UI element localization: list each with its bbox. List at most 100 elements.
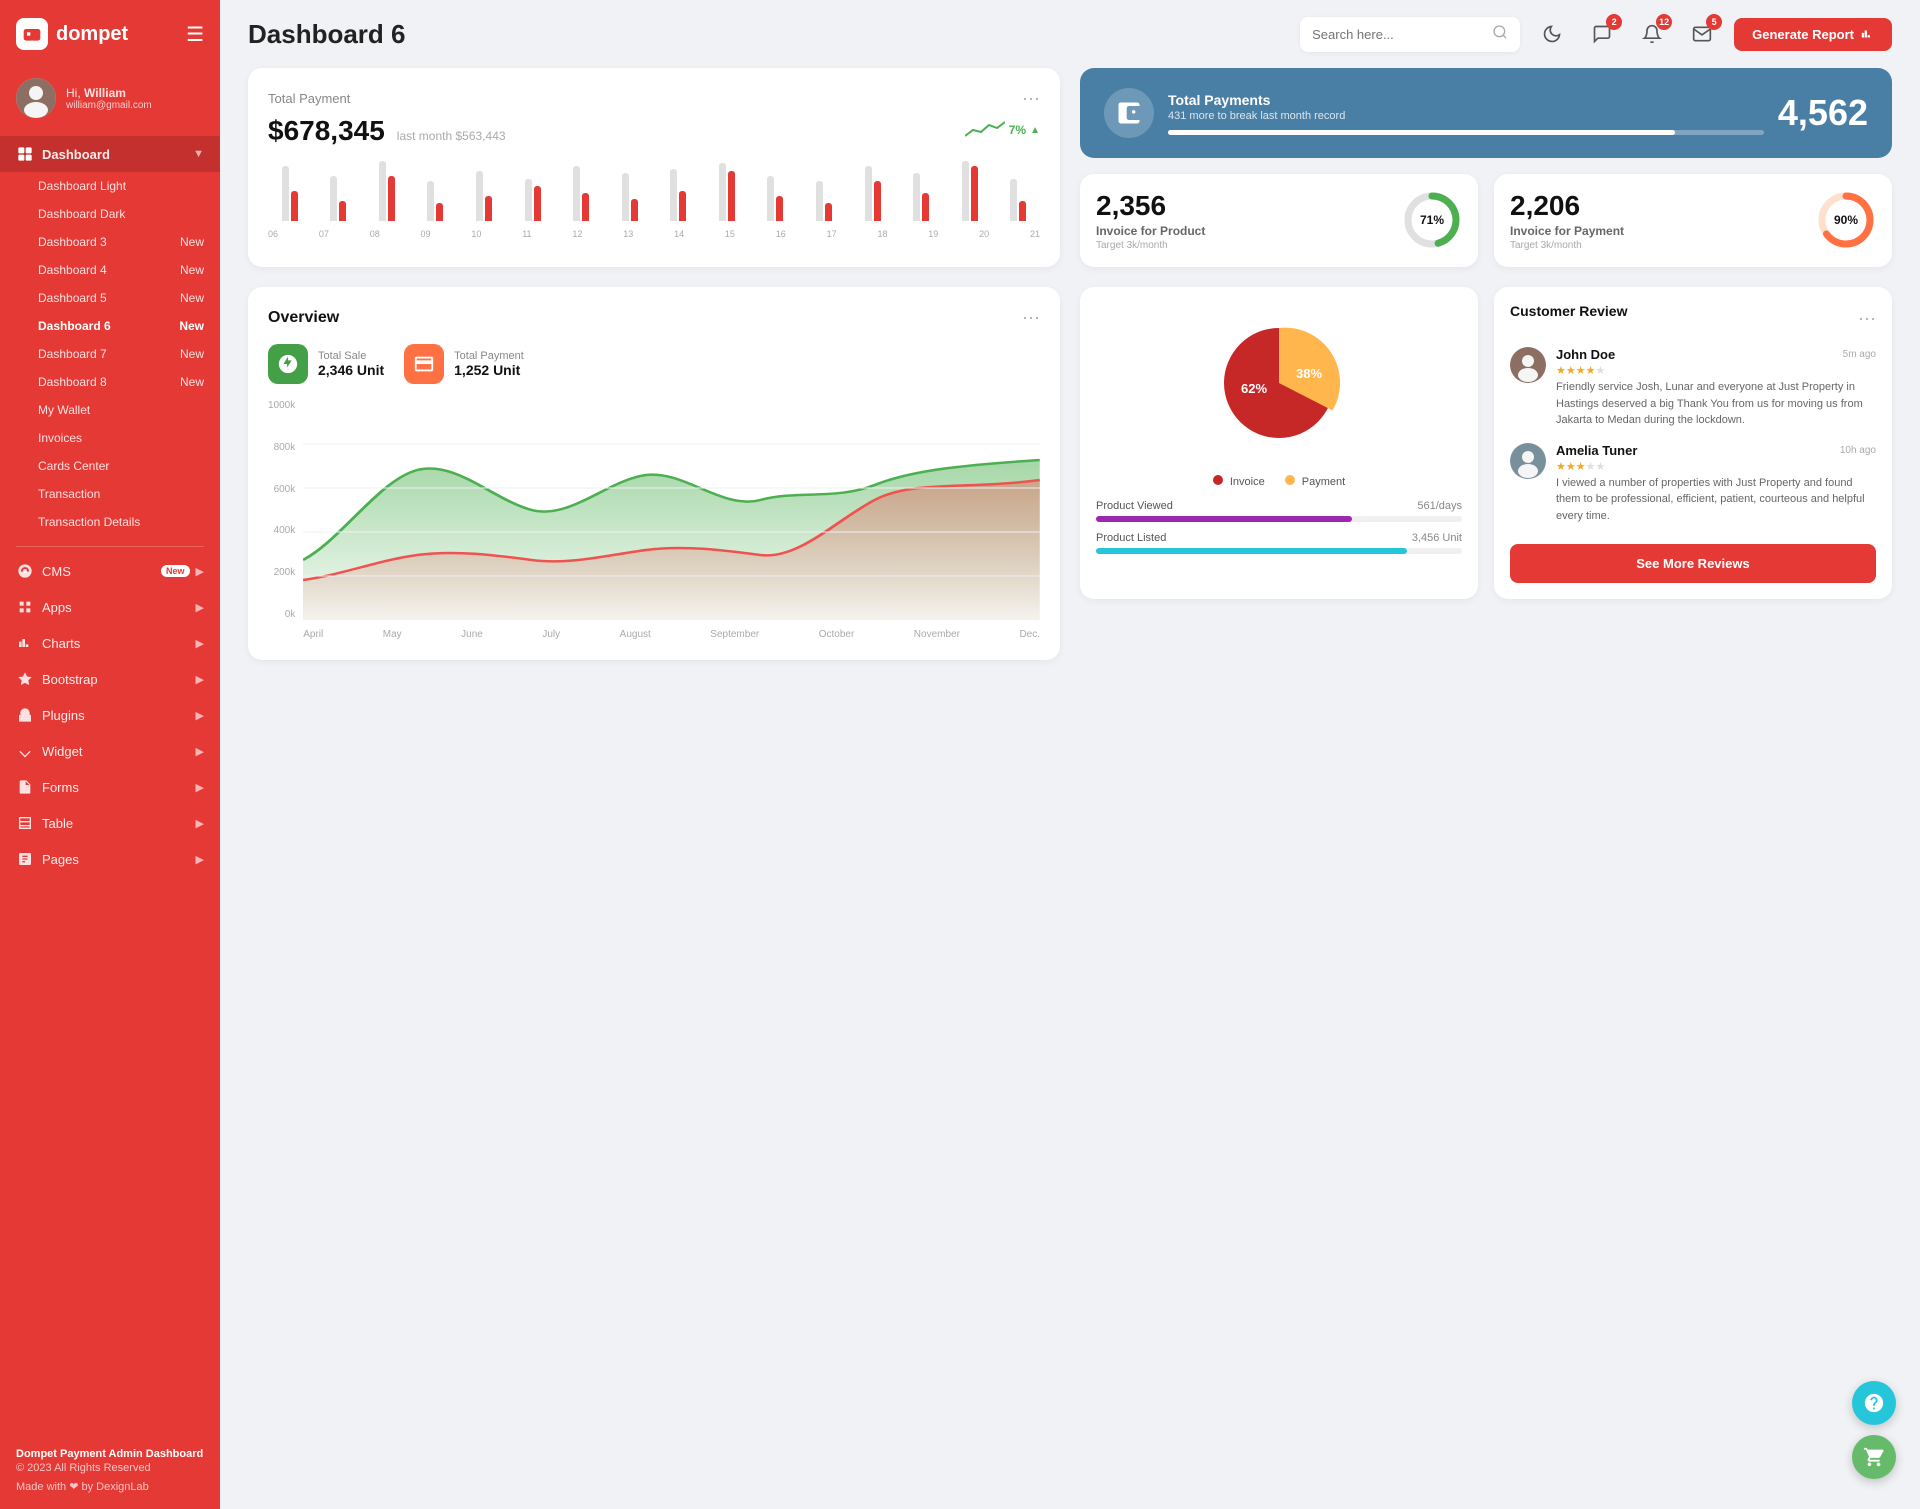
nav-dashboard[interactable]: Dashboard ▼ xyxy=(0,136,220,172)
svg-text:38%: 38% xyxy=(1296,366,1322,381)
nav-forms-arrow: ▶ xyxy=(196,781,204,794)
product-viewed-value: 561/days xyxy=(1417,500,1462,512)
stat-payment-label: Total Payment xyxy=(454,350,524,362)
chat-badge: 2 xyxy=(1606,14,1622,30)
sidebar-item-dashboard-8[interactable]: Dashboard 8 New xyxy=(0,368,220,396)
nav-table[interactable]: Table ▶ xyxy=(0,805,220,841)
payment-legend-dot xyxy=(1285,475,1295,485)
nav-plugins[interactable]: Plugins ▶ xyxy=(0,697,220,733)
widget-icon xyxy=(16,742,34,760)
sidebar-item-invoices[interactable]: Invoices xyxy=(0,424,220,452)
invoice-payment-donut: 90% xyxy=(1816,190,1876,250)
bar-label: 20 xyxy=(979,229,989,239)
reviewer-avatar-1 xyxy=(1510,443,1546,479)
bar-gray xyxy=(913,173,920,221)
bar-group xyxy=(657,156,701,221)
sidebar-item-transaction-details[interactable]: Transaction Details xyxy=(0,508,220,536)
floating-cart-btn[interactable] xyxy=(1852,1435,1896,1479)
user-greeting: Hi, William xyxy=(66,86,152,100)
bar-gray xyxy=(379,161,386,221)
bell-btn[interactable]: 12 xyxy=(1634,16,1670,52)
sidebar-item-dashboard-6[interactable]: Dashboard 6 New xyxy=(0,312,220,340)
sidebar: dompet ☰ Hi, William william@gmail.com xyxy=(0,0,220,1509)
pie-chart-wrapper: 62% 38% xyxy=(1096,303,1462,463)
footer-made: Made with ❤ by DexignLab xyxy=(16,1480,204,1493)
nav-table-label: Table xyxy=(42,816,73,831)
nav-pages[interactable]: Pages ▶ xyxy=(0,841,220,877)
bar-group xyxy=(754,156,798,221)
badge-new-d7: New xyxy=(180,347,204,361)
theme-toggle-btn[interactable] xyxy=(1534,16,1570,52)
nav-charts[interactable]: Charts ▶ xyxy=(0,625,220,661)
bar-group xyxy=(802,156,846,221)
nav-apps-arrow: ▶ xyxy=(196,601,204,614)
plugins-icon xyxy=(16,706,34,724)
bar-red xyxy=(971,166,978,221)
bar-label: 21 xyxy=(1030,229,1040,239)
nav-cms[interactable]: CMS New ▶ xyxy=(0,553,220,589)
review-title: Customer Review xyxy=(1510,303,1627,319)
y-axis: 1000k 800k 600k 400k 200k 0k xyxy=(268,400,303,620)
bar-label: 11 xyxy=(522,229,531,239)
total-payment-label: Total Payment xyxy=(268,91,350,106)
bar-group xyxy=(948,156,992,221)
invoice-product-count: 2,356 xyxy=(1096,190,1205,222)
nav-apps[interactable]: Apps ▶ xyxy=(0,589,220,625)
invoice-product-donut: 71% xyxy=(1402,190,1462,250)
invoice-legend-dot xyxy=(1213,475,1223,485)
bar-group xyxy=(268,156,312,221)
nav-widget[interactable]: Widget ▶ xyxy=(0,733,220,769)
bar-red xyxy=(922,193,929,221)
nav-bootstrap[interactable]: Bootstrap ▶ xyxy=(0,661,220,697)
customer-review-card: Customer Review ··· John Doe 5m ago xyxy=(1494,287,1892,599)
payment-trend: 7% ▲ xyxy=(965,120,1040,140)
blue-title: Total Payments xyxy=(1168,92,1764,108)
hamburger-btn[interactable]: ☰ xyxy=(186,22,204,47)
chart-x-labels: AprilMayJuneJuly AugustSeptemberOctoberN… xyxy=(303,625,1040,640)
generate-report-btn[interactable]: Generate Report xyxy=(1734,18,1892,51)
logo-icon xyxy=(16,18,48,50)
floating-support-btn[interactable] xyxy=(1852,1381,1896,1425)
chat-btn[interactable]: 2 xyxy=(1584,16,1620,52)
invoice-cards-row: 2,356 Invoice for Product Target 3k/mont… xyxy=(1080,174,1892,267)
see-more-reviews-btn[interactable]: See More Reviews xyxy=(1510,544,1876,583)
nav-forms[interactable]: Forms ▶ xyxy=(0,769,220,805)
blue-card-info: Total Payments 431 more to break last mo… xyxy=(1168,92,1764,135)
sidebar-item-my-wallet[interactable]: My Wallet xyxy=(0,396,220,424)
bar-red xyxy=(388,176,395,221)
bar-red xyxy=(776,196,783,221)
forms-icon xyxy=(16,778,34,796)
total-payment-menu[interactable]: ··· xyxy=(1022,88,1040,109)
bar-group xyxy=(559,156,603,221)
message-badge: 5 xyxy=(1706,14,1722,30)
bar-red xyxy=(582,193,589,221)
stat-payment-value: 1,252 Unit xyxy=(454,362,524,378)
bar-red xyxy=(485,196,492,221)
sidebar-item-dashboard-5[interactable]: Dashboard 5 New xyxy=(0,284,220,312)
bar-group xyxy=(317,156,361,221)
search-input[interactable] xyxy=(1312,27,1484,42)
sidebar-item-dashboard-3[interactable]: Dashboard 3 New xyxy=(0,228,220,256)
invoice-payment-card: 2,206 Invoice for Payment Target 3k/mont… xyxy=(1494,174,1892,267)
bar-label: 19 xyxy=(928,229,938,239)
product-listed-value: 3,456 Unit xyxy=(1412,532,1462,544)
bootstrap-icon xyxy=(16,670,34,688)
review-time-1: 10h ago xyxy=(1840,445,1876,456)
overview-menu[interactable]: ··· xyxy=(1022,307,1040,328)
sidebar-item-cards-center[interactable]: Cards Center xyxy=(0,452,220,480)
bar-red xyxy=(436,203,443,221)
message-btn[interactable]: 5 xyxy=(1684,16,1720,52)
review-menu[interactable]: ··· xyxy=(1858,308,1876,329)
bar-gray xyxy=(816,181,823,221)
stat-sale-value: 2,346 Unit xyxy=(318,362,384,378)
sidebar-item-dashboard-dark[interactable]: Dashboard Dark xyxy=(0,200,220,228)
sidebar-item-dashboard-7[interactable]: Dashboard 7 New xyxy=(0,340,220,368)
sidebar-item-dashboard-4[interactable]: Dashboard 4 New xyxy=(0,256,220,284)
nav-dashboard-arrow: ▼ xyxy=(193,148,204,160)
sidebar-item-dashboard-light[interactable]: Dashboard Light xyxy=(0,172,220,200)
charts-icon xyxy=(16,634,34,652)
bar-gray xyxy=(282,166,289,221)
sidebar-item-transaction[interactable]: Transaction xyxy=(0,480,220,508)
total-payments-blue-card: Total Payments 431 more to break last mo… xyxy=(1080,68,1892,158)
product-viewed-fill xyxy=(1096,516,1352,522)
